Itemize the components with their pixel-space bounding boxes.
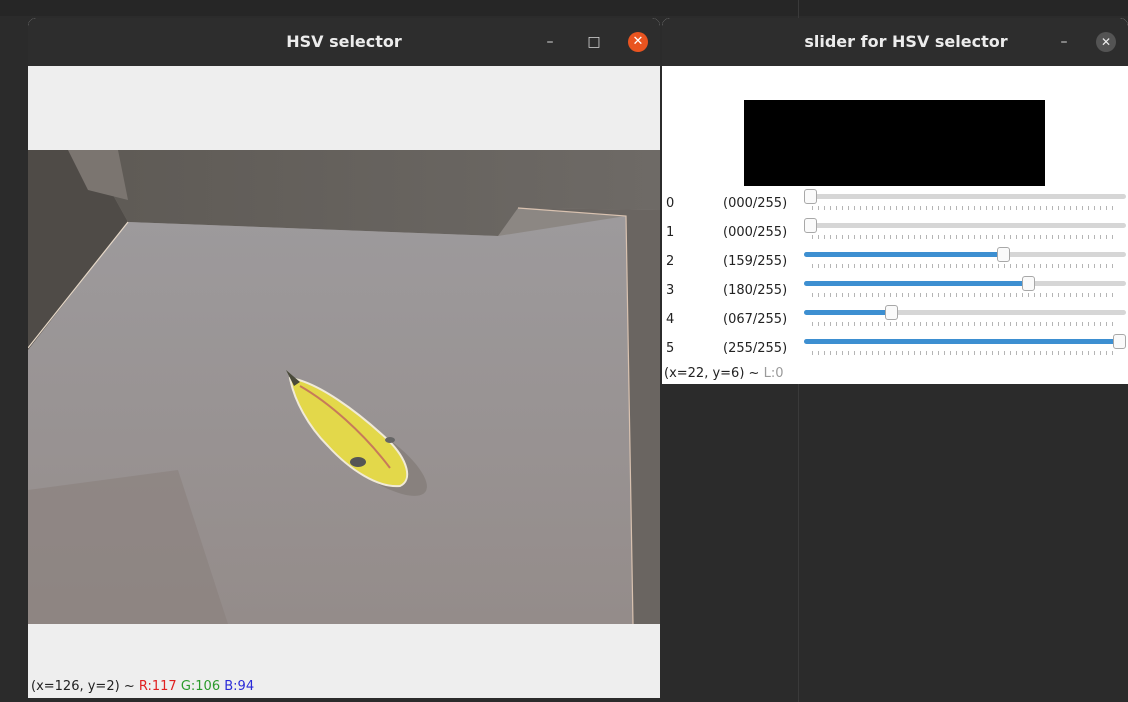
status-blue-value: B:94 [224, 679, 255, 694]
slider-status-separator: ~ [748, 366, 760, 381]
slider-status-coords: (x=22, y=6) [664, 366, 745, 381]
slider-track[interactable] [804, 189, 1126, 204]
slider-index-label: 0 [666, 196, 675, 211]
slider-value-label: (159/255) [723, 254, 788, 269]
status-coords: (x=126, y=2) [31, 679, 120, 694]
slider-row-3: 3 (180/255) [662, 276, 1128, 306]
slider-ticks [812, 322, 1118, 326]
slider-status-bar: (x=22, y=6) ~ L:0 [664, 366, 784, 381]
slider-status-lightness: L:0 [763, 366, 784, 381]
slider-row-5: 5 (255/255) [662, 334, 1128, 364]
slider-row-0: 0 (000/255) [662, 189, 1128, 219]
slider-fill [804, 252, 1004, 257]
slider-row-1: 1 (000/255) [662, 218, 1128, 248]
hsv-selector-window: HSV selector – □ ✕ (x=126, y=2) ~ R:117 … [28, 18, 660, 698]
status-separator: ~ [123, 679, 135, 694]
slider-ticks [812, 293, 1118, 297]
close-button[interactable]: ✕ [628, 32, 648, 52]
slider-thumb[interactable] [804, 218, 817, 233]
slider-track[interactable] [804, 276, 1126, 291]
slider-ticks [812, 235, 1118, 239]
slider-thumb[interactable] [804, 189, 817, 204]
status-red-value: R:117 [138, 679, 177, 694]
minimize-button[interactable]: – [1054, 32, 1074, 52]
slider-value-label: (180/255) [723, 283, 788, 298]
slider-track[interactable] [804, 305, 1126, 320]
slider-index-label: 4 [666, 312, 675, 327]
slider-ticks [812, 264, 1118, 268]
slider-thumb[interactable] [996, 247, 1010, 262]
slider-fill [804, 339, 1120, 344]
slider-track[interactable] [804, 247, 1126, 262]
window-title: HSV selector [286, 32, 402, 51]
status-green-value: G:106 [180, 679, 221, 694]
slider-index-label: 2 [666, 254, 675, 269]
camera-image[interactable] [28, 150, 660, 624]
slider-value-label: (067/255) [723, 312, 788, 327]
slider-window: slider for HSV selector – ✕ 0 (000/255) 1 (… [662, 18, 1128, 384]
slider-thumb[interactable] [1022, 276, 1036, 291]
slider-index-label: 3 [666, 283, 675, 298]
slider-ticks [812, 206, 1118, 210]
titlebar[interactable]: HSV selector – □ ✕ [28, 18, 660, 66]
slider-titlebar[interactable]: slider for HSV selector – ✕ [662, 18, 1128, 66]
close-button[interactable]: ✕ [1096, 32, 1116, 52]
slider-ticks [812, 351, 1118, 355]
maximize-button[interactable]: □ [584, 32, 604, 52]
minimize-button[interactable]: – [540, 32, 560, 52]
slider-row-2: 2 (159/255) [662, 247, 1128, 277]
color-preview [744, 100, 1045, 186]
status-bar: (x=126, y=2) ~ R:117 G:106 B:94 [28, 676, 660, 698]
slider-row-4: 4 (067/255) [662, 305, 1128, 335]
slider-thumb[interactable] [1113, 334, 1126, 349]
slider-window-title: slider for HSV selector [804, 32, 1008, 51]
slider-fill [804, 281, 1029, 286]
slider-value-label: (000/255) [723, 225, 788, 240]
slider-thumb[interactable] [885, 305, 899, 320]
slider-track[interactable] [804, 218, 1126, 233]
slider-value-label: (255/255) [723, 341, 788, 356]
slider-track[interactable] [804, 334, 1126, 349]
slider-index-label: 1 [666, 225, 675, 240]
slider-fill [804, 310, 892, 315]
slider-value-label: (000/255) [723, 196, 788, 211]
slider-index-label: 5 [666, 341, 675, 356]
desktop-top-strip [0, 0, 1128, 16]
